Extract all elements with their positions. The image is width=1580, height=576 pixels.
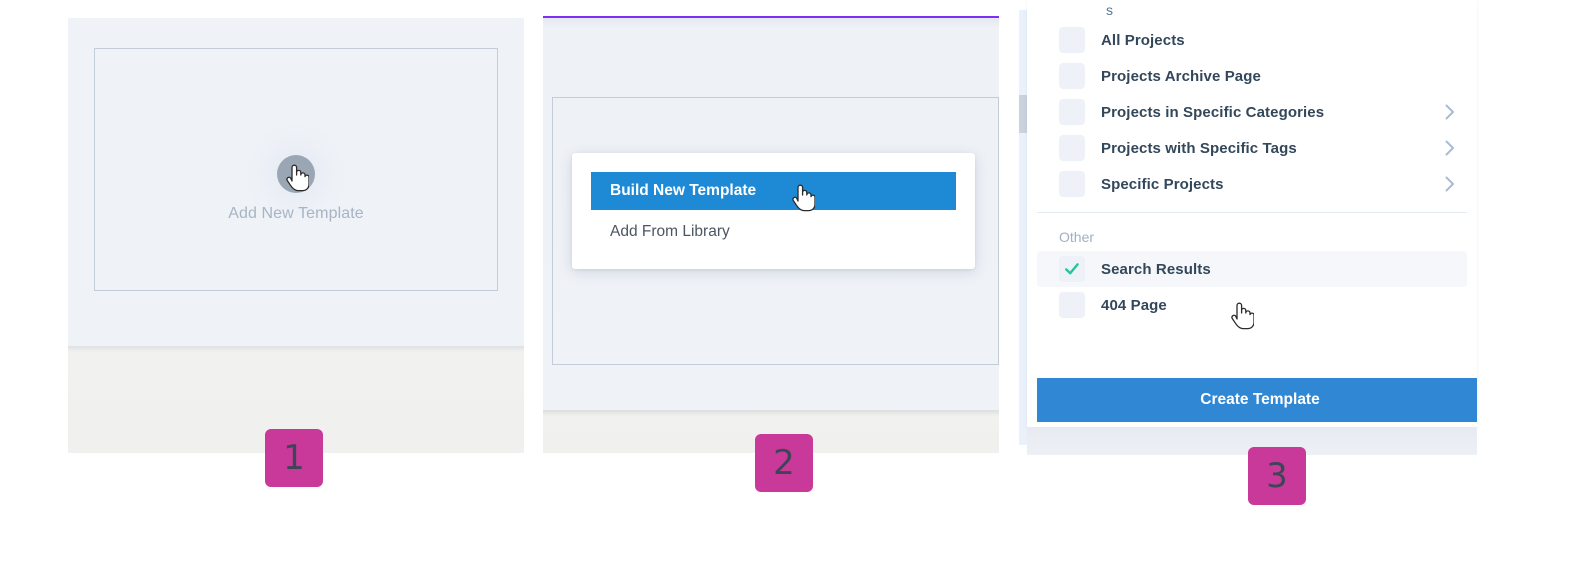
condition-label: All Projects	[1101, 31, 1185, 49]
add-new-template-dropzone[interactable]: + Add New Template	[94, 48, 498, 291]
plus-icon[interactable]: +	[277, 155, 315, 193]
menu-item-add-from-library[interactable]: Add From Library	[591, 213, 956, 251]
checkbox-unchecked-icon[interactable]	[1059, 135, 1085, 161]
add-template-dropdown-menu[interactable]: Build New Template Add From Library	[572, 153, 975, 269]
condition-label: 404 Page	[1101, 296, 1167, 314]
section-heading-other: Other	[1059, 229, 1095, 245]
checkbox-checked-icon[interactable]	[1059, 256, 1085, 282]
condition-row-all-projects[interactable]: All Projects	[1037, 22, 1467, 58]
condition-label: Projects with Specific Tags	[1101, 139, 1297, 157]
condition-row-specific-projects[interactable]: Specific Projects	[1037, 166, 1467, 202]
menu-item-build-new-template[interactable]: Build New Template	[591, 172, 956, 210]
chevron-right-icon[interactable]	[1445, 140, 1455, 156]
step-badge-3: 3	[1248, 447, 1306, 505]
condition-row-projects-in-specific-categories[interactable]: Projects in Specific Categories	[1037, 94, 1467, 130]
condition-group-other: Other Search Results 404 Page	[1027, 213, 1477, 323]
template-conditions-card: s All Projects Projects Archive Page Pro…	[1027, 0, 1477, 427]
condition-row-search-results[interactable]: Search Results	[1037, 251, 1467, 287]
add-new-template-label: Add New Template	[228, 205, 364, 222]
condition-row-projects-with-specific-tags[interactable]: Projects with Specific Tags	[1037, 130, 1467, 166]
checkbox-unchecked-icon[interactable]	[1059, 99, 1085, 125]
checkbox-unchecked-icon[interactable]	[1059, 27, 1085, 53]
step-badge-1: 1	[265, 429, 323, 487]
condition-group-projects: All Projects Projects Archive Page Proje…	[1027, 22, 1477, 202]
condition-label: Specific Projects	[1101, 175, 1224, 193]
clipped-row-fragment: s	[1106, 2, 1113, 16]
checkbox-unchecked-icon[interactable]	[1059, 292, 1085, 318]
step-1-panel: + Add New Template	[68, 18, 524, 453]
checkbox-unchecked-icon[interactable]	[1059, 63, 1085, 89]
step-1-canvas: + Add New Template	[68, 18, 524, 346]
step-3-panel: s All Projects Projects Archive Page Pro…	[1019, 0, 1477, 455]
screenshot-stage: + Add New Template 1 Build New Template …	[0, 0, 1580, 576]
add-new-template-control[interactable]: + Add New Template	[95, 155, 497, 223]
condition-label: Projects in Specific Categories	[1101, 103, 1325, 121]
condition-label: Search Results	[1101, 260, 1211, 278]
chevron-right-icon[interactable]	[1445, 104, 1455, 120]
check-glyph	[1065, 263, 1079, 275]
chevron-right-icon[interactable]	[1445, 176, 1455, 192]
menu-item-label: Add From Library	[610, 223, 730, 240]
condition-row-projects-archive-page[interactable]: Projects Archive Page	[1037, 58, 1467, 94]
scrollbar-track[interactable]	[1019, 10, 1027, 445]
step-badge-2: 2	[755, 434, 813, 492]
create-template-button[interactable]: Create Template	[1037, 378, 1477, 422]
menu-item-label: Build New Template	[610, 182, 757, 199]
checkbox-unchecked-icon[interactable]	[1059, 171, 1085, 197]
condition-row-404-page[interactable]: 404 Page	[1037, 287, 1467, 323]
condition-label: Projects Archive Page	[1101, 67, 1261, 85]
plus-glyph: +	[290, 162, 302, 184]
scrollbar-thumb[interactable]	[1019, 95, 1027, 133]
